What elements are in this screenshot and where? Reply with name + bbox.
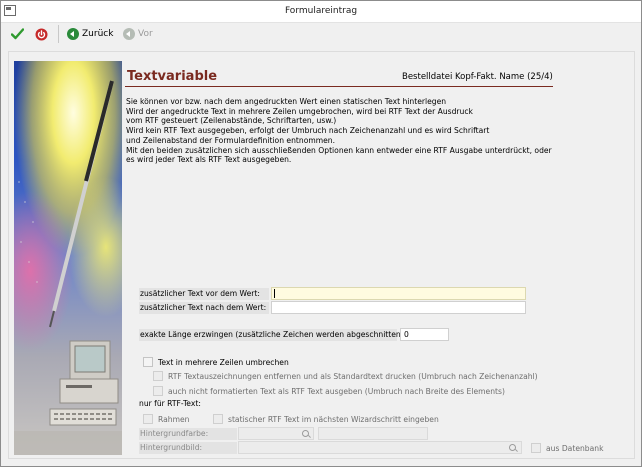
- frame-label: Rahmen: [158, 414, 190, 424]
- exact-length-input[interactable]: 0: [400, 328, 449, 341]
- wrap-text-checkbox[interactable]: Text in mehrere Zeilen umbrechen: [143, 356, 289, 368]
- text-after-label: zusätzlicher Text nach dem Wert:: [139, 302, 269, 314]
- from-db-box: [531, 443, 541, 453]
- back-button-label: Zurück: [82, 29, 114, 39]
- description-text: Sie können vor bzw. nach dem angedruckte…: [126, 97, 552, 165]
- page-subtitle: Bestelldatei Kopf-Fakt. Name (25/4): [402, 72, 553, 82]
- rtf-unformatted-label: auch nicht formatierten Text als RTF Tex…: [168, 386, 505, 396]
- bg-color-preview: [318, 427, 428, 440]
- from-db-checkbox[interactable]: aus Datenbank: [531, 442, 603, 454]
- title-divider: [125, 86, 553, 87]
- rtf-remove-checkbox[interactable]: RTF Textauszeichnungen entfernen und als…: [153, 370, 538, 382]
- wrap-text-label: Text in mehrere Zeilen umbrechen: [158, 357, 289, 367]
- back-arrow-icon: [67, 28, 79, 40]
- dialog-window: Formulareintrag Zurück Vor Textvariable …: [0, 0, 642, 467]
- exact-length-label: exakte Länge erzwingen (zusätzliche Zeic…: [139, 329, 404, 341]
- static-rtf-box: [213, 414, 223, 424]
- search-icon[interactable]: [509, 444, 516, 451]
- static-rtf-label: statischer RTF Text im nächsten Wizardsc…: [228, 414, 439, 424]
- text-before-label: zusätzlicher Text vor dem Wert:: [139, 288, 269, 300]
- bg-image-input[interactable]: [238, 441, 522, 454]
- checkmark-icon: [11, 28, 24, 40]
- ok-button[interactable]: [11, 26, 24, 42]
- back-button[interactable]: Zurück: [67, 26, 113, 42]
- rtf-remove-label: RTF Textauszeichnungen entfernen und als…: [168, 371, 538, 381]
- static-rtf-checkbox[interactable]: statischer RTF Text im nächsten Wizardsc…: [213, 413, 439, 425]
- rtf-unformatted-checkbox[interactable]: auch nicht formatierten Text als RTF Tex…: [153, 385, 505, 397]
- cancel-button[interactable]: [35, 26, 48, 42]
- search-icon[interactable]: [302, 430, 309, 437]
- title-bar: Formulareintrag: [1, 1, 641, 23]
- window-title: Formulareintrag: [284, 6, 358, 16]
- bg-color-input[interactable]: [238, 427, 314, 440]
- forward-button[interactable]: Vor: [123, 26, 153, 42]
- forward-arrow-icon: [123, 28, 135, 40]
- wizard-side-image: [14, 61, 122, 455]
- page-title: Textvariable: [127, 69, 218, 84]
- bg-image-label: Hintergrundbild:: [139, 442, 237, 454]
- text-before-input[interactable]: [271, 287, 526, 300]
- frame-box: [143, 414, 153, 424]
- rtf-remove-box: [153, 371, 163, 381]
- forward-button-label: Vor: [138, 29, 153, 39]
- rtf-unformatted-box: [153, 386, 163, 396]
- frame-checkbox[interactable]: Rahmen: [143, 413, 189, 425]
- wrap-text-box: [143, 357, 153, 367]
- toolbar-separator: [58, 25, 59, 43]
- toolbar: Zurück Vor: [1, 23, 641, 45]
- rtf-only-label: nur für RTF-Text:: [139, 399, 201, 408]
- bg-color-label: Hintergrundfarbe:: [139, 428, 237, 440]
- power-icon: [35, 28, 48, 40]
- text-after-input[interactable]: [271, 301, 526, 314]
- text-cursor: [274, 289, 275, 298]
- from-db-label: aus Datenbank: [546, 443, 604, 453]
